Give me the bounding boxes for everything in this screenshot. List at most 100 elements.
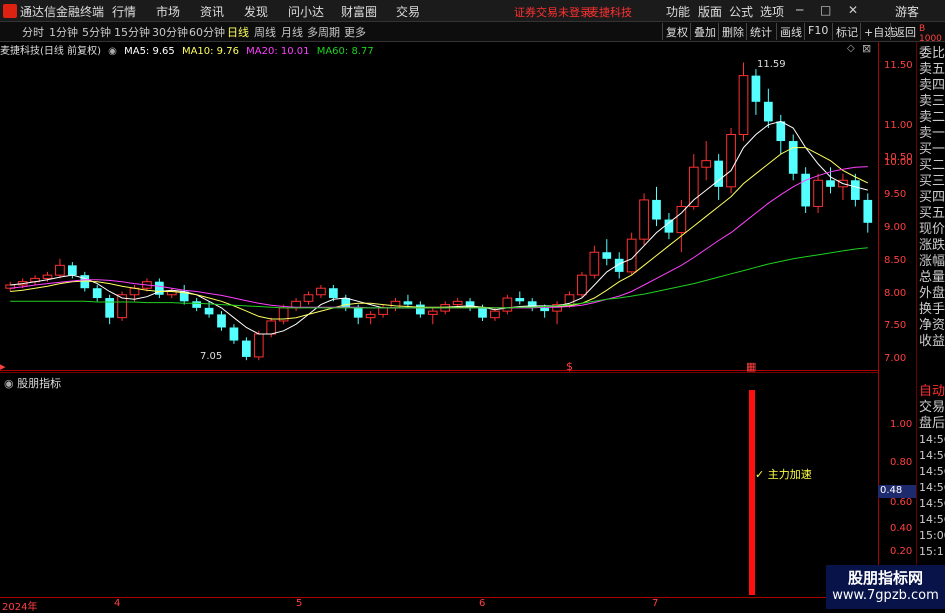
stats-button[interactable]: 统计 — [746, 23, 775, 40]
maximize-icon[interactable]: □ — [820, 3, 831, 17]
candle-body — [776, 121, 786, 142]
app-title: 通达信金融终端 — [20, 5, 105, 19]
tab-monthly[interactable]: 月线 — [281, 24, 303, 40]
candle-body — [353, 307, 363, 318]
minimize-icon[interactable]: ─ — [796, 3, 803, 17]
candle-body — [217, 314, 226, 328]
menu-ask[interactable]: 问小达 — [288, 3, 324, 20]
menu-layout[interactable]: 版面 — [698, 3, 722, 20]
price-tick: 9.50 — [884, 189, 907, 200]
price-tick: 8.00 — [884, 288, 907, 299]
close-icon[interactable]: ✕ — [848, 3, 858, 17]
tab-30min[interactable]: 30分钟 — [152, 24, 188, 40]
back-button[interactable]: 返回 — [890, 23, 919, 40]
menu-formula[interactable]: 公式 — [729, 3, 753, 20]
auto-tab[interactable]: 自动 — [919, 384, 945, 400]
menu-news[interactable]: 资讯 — [200, 3, 224, 20]
menu-market[interactable]: 市场 — [156, 3, 180, 20]
tab-intraday[interactable]: 分时 — [22, 24, 44, 40]
candle-body — [502, 297, 513, 312]
tab-weekly[interactable]: 周线 — [254, 24, 276, 40]
indicator-tick: 0.60 — [890, 497, 913, 508]
delete-button[interactable]: 删除 — [718, 23, 747, 40]
candle-body — [329, 288, 338, 299]
tab-60min[interactable]: 60分钟 — [189, 24, 225, 40]
tab-daily[interactable]: 日线 — [227, 24, 249, 40]
candle-body — [452, 300, 463, 306]
app-logo-icon — [3, 4, 17, 18]
watermark: 股朋指标网 www.7gpzb.com — [826, 565, 945, 609]
candle-body — [788, 141, 798, 174]
candle-body — [639, 199, 649, 240]
price-tick: 7.50 — [884, 320, 907, 331]
trade-tab[interactable]: 交易 — [919, 400, 945, 416]
candle-body — [229, 327, 239, 341]
candle-body — [242, 340, 251, 357]
candle-body — [316, 287, 326, 296]
candle-body — [589, 251, 600, 276]
after-hours-tab[interactable]: 盘后 — [919, 416, 945, 432]
menu-wealth[interactable]: 财富圈 — [341, 3, 377, 20]
menu-function[interactable]: 功能 — [666, 3, 690, 20]
tab-more[interactable]: 更多 — [344, 24, 366, 40]
candle-body — [851, 180, 860, 200]
adjust-button[interactable]: 复权 — [662, 23, 691, 40]
low-price-label: 7.05 — [200, 351, 223, 362]
guest-user[interactable]: 游客 — [895, 3, 919, 20]
indicator-tick: 0.20 — [890, 546, 913, 557]
price-tick: 9.00 — [884, 222, 907, 233]
price-tick: 11.50 — [884, 60, 913, 71]
price-tick: 11.00 — [884, 120, 913, 131]
diamond-icon[interactable]: ◇ — [847, 43, 855, 54]
expand-icon[interactable]: ⊠ — [862, 42, 871, 55]
candle-body — [403, 301, 413, 305]
candle-body — [826, 180, 835, 187]
tab-multi-period[interactable]: 多周期 — [307, 24, 340, 40]
mark-button[interactable]: 标记 — [832, 23, 861, 40]
candle-body — [478, 307, 487, 318]
candle-body — [42, 274, 53, 279]
menu-discover[interactable]: 发现 — [244, 3, 268, 20]
time-tick: 6 — [479, 598, 486, 609]
candle-body — [378, 307, 388, 315]
candle-body — [577, 274, 587, 296]
overlay-button[interactable]: 叠加 — [690, 23, 719, 40]
indicator-menu-icon[interactable]: ◉ — [4, 377, 17, 390]
candle-body — [764, 101, 773, 122]
menu-options[interactable]: 选项 — [760, 3, 784, 20]
candle-body — [129, 287, 140, 296]
candle-body — [515, 298, 525, 302]
tab-1min[interactable]: 1分钟 — [49, 24, 78, 40]
candle-body — [68, 265, 77, 276]
time-tick: 4 — [114, 598, 121, 609]
candlestick-chart[interactable] — [0, 56, 878, 370]
menu-quotes[interactable]: 行情 — [112, 3, 136, 20]
time-tick: 7 — [652, 598, 659, 609]
candle-body — [652, 199, 661, 220]
tab-5min[interactable]: 5分钟 — [82, 24, 111, 40]
time-tick: 2024年 — [2, 602, 38, 613]
menu-trade[interactable]: 交易 — [396, 3, 420, 20]
event-marker-icon: $ — [566, 360, 573, 373]
high-price-label: 11.59 — [757, 59, 786, 70]
tab-15min[interactable]: 15分钟 — [114, 24, 150, 40]
candle-body — [738, 75, 749, 135]
draw-button[interactable]: 画线 — [776, 23, 805, 40]
candle-body — [664, 219, 674, 233]
signal-label: ✓ 主力加速 — [755, 468, 812, 481]
stock-title: 麦捷科技 — [588, 6, 632, 19]
side-divider — [916, 42, 917, 609]
indicator-title: ◉ 股朋指标 — [4, 377, 62, 390]
candle-body — [813, 179, 823, 207]
login-warning[interactable]: 证券交易未登录 — [514, 4, 591, 20]
candle-body — [266, 320, 277, 335]
indicator-tick: 1.00 — [890, 419, 913, 430]
side-labels: 委比 卖五 卖四 卖三 卖二 卖一 买一 买二 买三 买四 买五 现价 涨跌 涨幅 总量 外盘 换手净… — [919, 46, 945, 349]
event-marker-icon: ▦ — [746, 360, 757, 373]
candle-body — [253, 333, 264, 358]
candle-body — [863, 199, 873, 223]
f10-button[interactable]: F10 — [804, 23, 831, 40]
candle-body — [602, 252, 612, 259]
start-marker-icon: ▸ — [0, 360, 6, 373]
price-tick: 8.50 — [884, 255, 907, 266]
